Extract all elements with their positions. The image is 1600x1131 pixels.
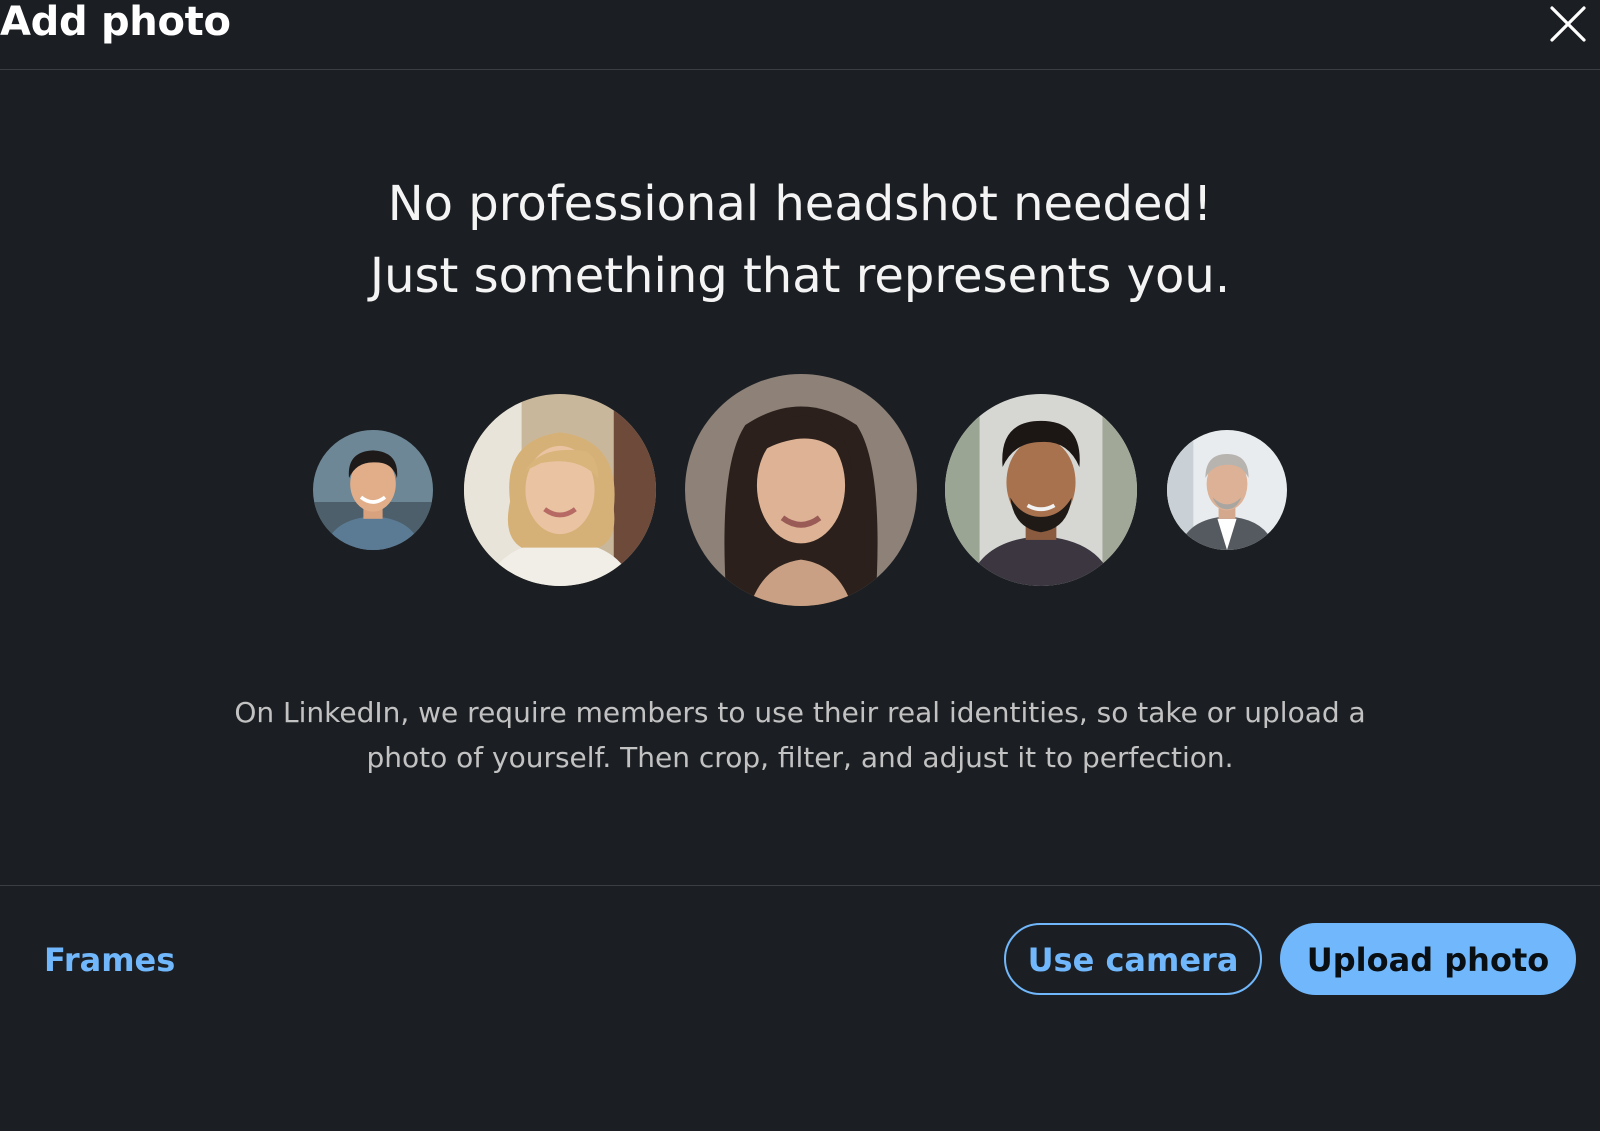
use-camera-button[interactable]: Use camera [1004, 923, 1262, 995]
close-icon [1550, 6, 1586, 42]
avatar-photo [313, 430, 433, 550]
example-avatars [0, 374, 1600, 606]
upload-photo-button[interactable]: Upload photo [1280, 923, 1576, 995]
description-line-2: photo of yourself. Then crop, filter, an… [366, 741, 1234, 774]
avatar-photo [1167, 430, 1287, 550]
dialog-header: Add photo [0, 0, 1600, 70]
frames-link[interactable]: Frames [44, 936, 175, 984]
avatar-photo [945, 394, 1137, 586]
close-button[interactable] [1542, 2, 1590, 50]
dialog-title: Add photo [0, 0, 231, 45]
headline-line-2: Just something that represents you. [369, 248, 1231, 304]
footer-divider [0, 885, 1600, 886]
description: On LinkedIn, we require members to use t… [200, 690, 1400, 780]
avatar-photo [685, 374, 917, 606]
description-line-1: On LinkedIn, we require members to use t… [234, 696, 1366, 729]
avatar-photo [464, 394, 656, 586]
headline-line-1: No professional headshot needed! [387, 176, 1213, 232]
headline: No professional headshot needed! Just so… [0, 168, 1600, 312]
